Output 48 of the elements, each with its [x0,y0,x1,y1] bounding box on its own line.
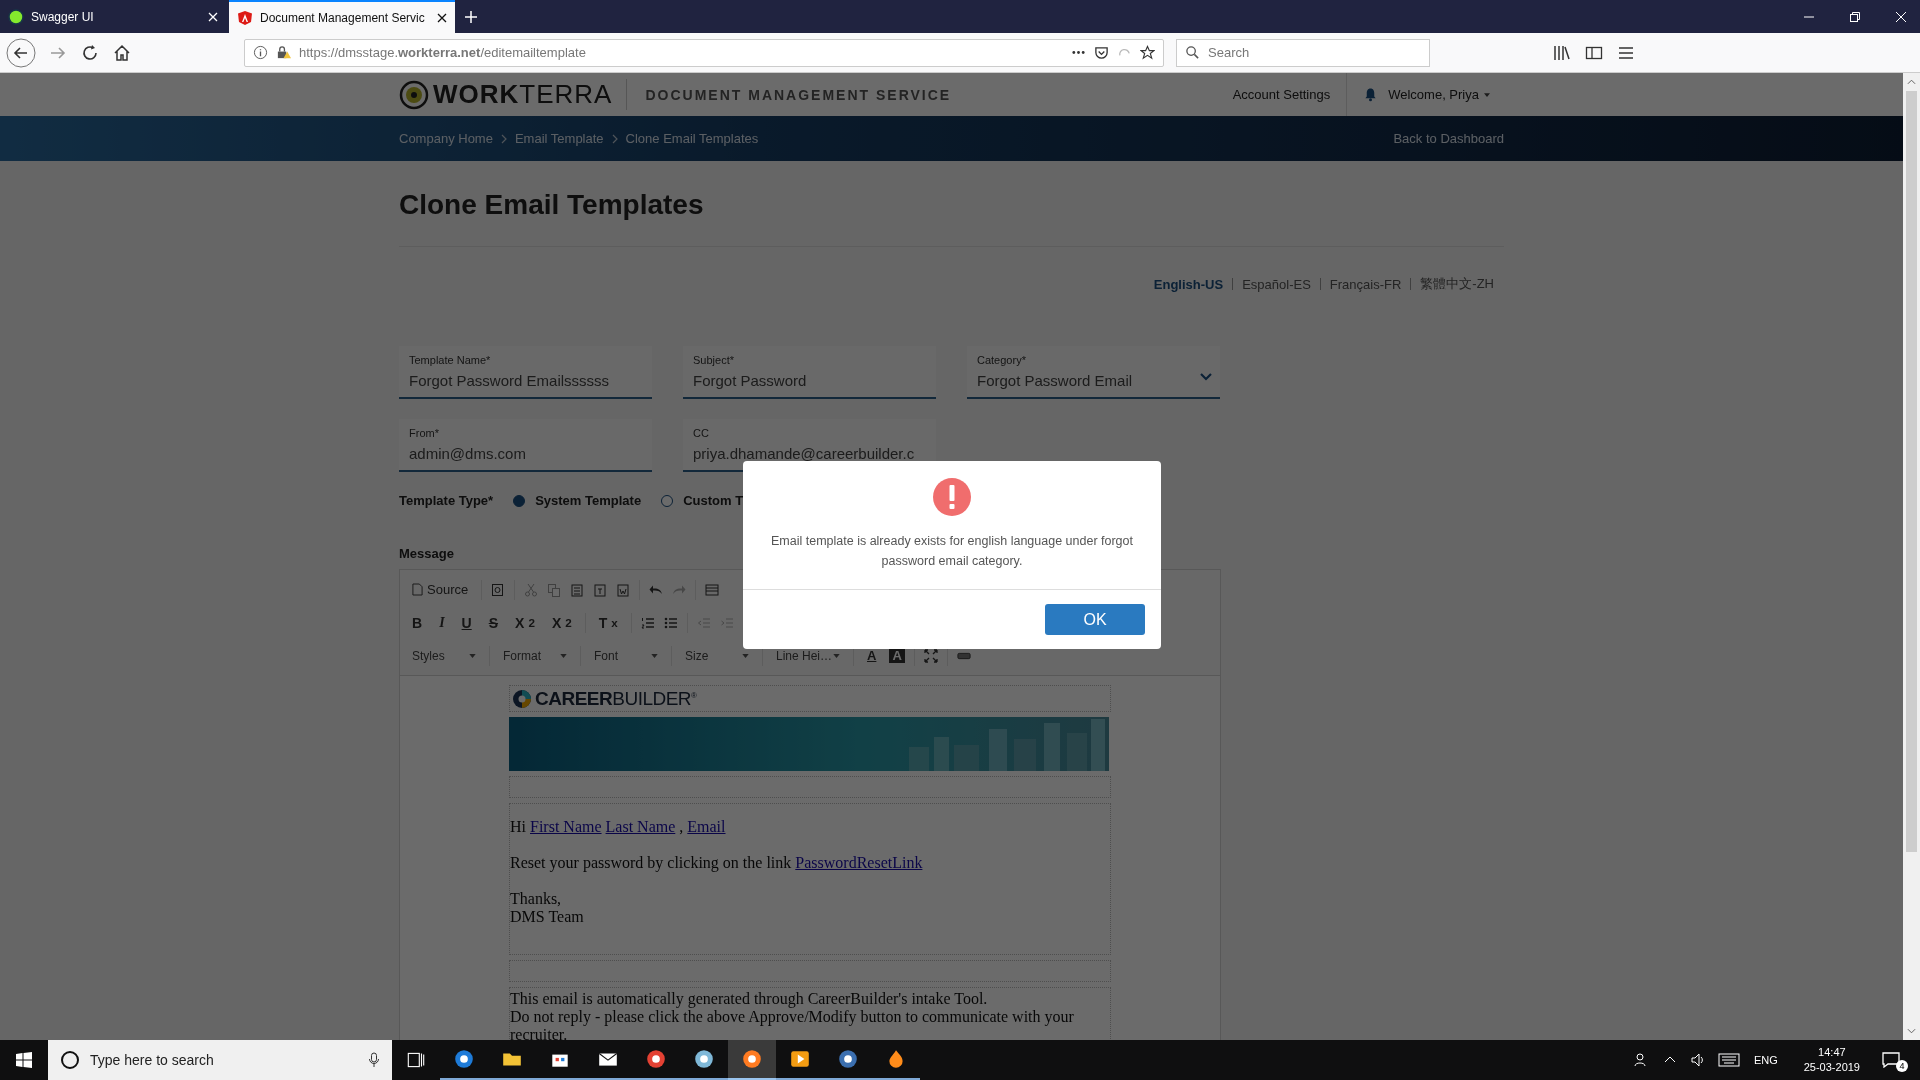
careerbuilder-logo: CAREERBUILDER$^{®}$ [535,687,697,710]
language-link[interactable]: 繁體中文-ZH [1420,275,1494,293]
radio-label[interactable]: System Template [535,493,642,508]
signoff-text: Thanks, [510,890,563,908]
language-link[interactable]: Français-FR [1329,276,1402,292]
address-bar[interactable]: https://dmsstage.workterra.net/editemailtemplate [244,38,1164,67]
dialog-message: Email template is already exists for english language under forgot password email category. [770,533,1134,570]
format-button[interactable]: I [435,612,449,633]
text-color-button[interactable]: A [863,646,881,665]
breadcrumb-link[interactable]: Clone Email Templates [625,131,759,146]
greeting-text: Hi First Name Last Name , Email [510,818,727,836]
placeholder-link[interactable]: First Name [530,818,602,835]
language-link[interactable]: English-US [1153,276,1224,292]
page-title: Clone Email Templates [399,189,705,222]
placeholder-link[interactable]: Email [687,818,726,835]
url-text: https://dmsstage.workterra.net/editemailtemplate [299,45,587,60]
browser-tab[interactable]: Swagger UI [0,0,226,33]
breadcrumb-link[interactable]: Email Template [514,131,604,146]
toolbar-dropdown[interactable]: Font [590,648,662,663]
service-name: DOCUMENT MANAGEMENT SERVICE [645,86,952,103]
logo: WORKTERRA [433,79,628,110]
message-label: Message [399,546,454,561]
language-indicator[interactable]: ENG [1753,1054,1778,1066]
reset-instruction-text: Reset your password by clicking on the link PasswordResetLink [510,854,924,872]
toolbar-dropdown[interactable]: Line Hei… [772,648,844,663]
password-reset-link[interactable]: PasswordResetLink [795,854,923,871]
back-link[interactable]: Back to Dashboard [1393,131,1504,146]
search-field[interactable]: Search [1176,38,1430,67]
toolbar-dropdown[interactable]: Styles [408,648,480,663]
ok-button[interactable]: OK [1045,604,1145,635]
user-menu[interactable]: Welcome, Priya [1388,87,1504,102]
toolbar-dropdown[interactable]: Format [499,648,571,663]
taskbar-search-field[interactable]: Type here to search [48,1040,392,1080]
format-button[interactable]: U [457,612,476,633]
footer-text: This email is automatically generated through CareerBuilder's intake Tool. [510,990,989,1008]
format-button[interactable]: S [484,612,503,633]
footer-text: Do not reply - please click the above Approve/Modify button to communicate with your recruiter. [510,1008,1075,1040]
signoff-text: DMS Team [510,908,585,926]
template-type-label: Template Type* [399,493,494,508]
toolbar-dropdown[interactable]: Size [681,648,753,663]
browser-tab[interactable]: Document Management Servic [229,0,455,33]
placeholder-link[interactable]: Last Name [605,818,676,835]
clock[interactable]: 14:47 25-03-2019 [1803,1045,1860,1075]
radio-label[interactable]: Custom T [683,493,744,508]
language-link[interactable]: Español-ES [1242,276,1311,292]
breadcrumb-link[interactable]: Company Home [399,131,493,146]
source-button[interactable]: Source [408,580,473,599]
format-button[interactable]: B [408,612,427,633]
